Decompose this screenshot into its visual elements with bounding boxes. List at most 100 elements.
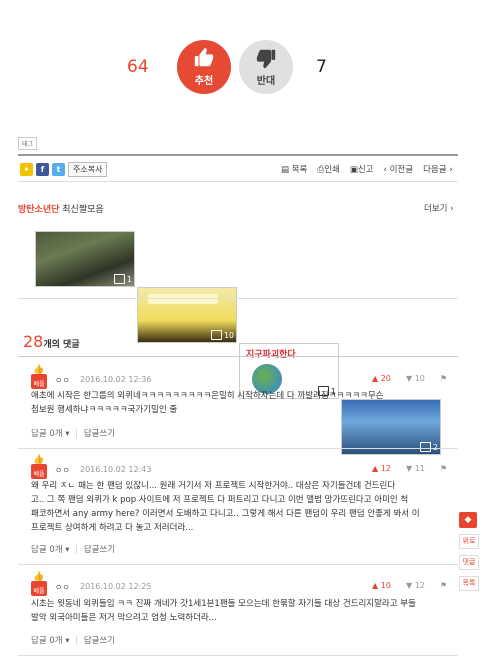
gallery-title[interactable]: 방탄소년단 최신짤모음	[18, 202, 104, 215]
thumbs-up-icon: 👍	[33, 572, 45, 582]
comment-author[interactable]: ㅇㅇ	[55, 582, 70, 593]
print-link[interactable]: ⎙인쇄	[317, 163, 339, 175]
thumb-caption: 지구파괴한다	[246, 350, 296, 360]
separator: |	[75, 636, 79, 646]
comment-upvote-count: 10	[380, 581, 391, 590]
image-icon	[419, 442, 431, 452]
comment-count-label: 개의 댓글	[43, 340, 80, 350]
divider	[18, 655, 458, 656]
comment-body: 시초는 윗동네 외퀴들임 ㅋㅋ 진짜 개네가 갓1세1븐1팬들 모으는데 한묶할…	[31, 597, 451, 625]
go-comments-button[interactable]: 댓글	[459, 555, 479, 570]
comment-line: 프로젝트 상여하게 하려고 다 놓고 저러더라...	[31, 523, 194, 533]
divider	[18, 448, 458, 449]
upvote-button[interactable]: 추천	[177, 40, 231, 94]
comment-line: 첩보원 행세하냐ㅋㅋㅋㅋㅋ국가기밀인 줄	[31, 405, 178, 415]
best-badge: 👍 베플	[31, 573, 47, 596]
list-icon: ▤	[281, 165, 290, 175]
thumbs-up-icon: 👍	[33, 455, 45, 465]
comment-downvote[interactable]: ▼ 10	[406, 374, 425, 383]
downvote-button[interactable]: 반대	[239, 40, 293, 94]
comment-upvote[interactable]: ▲ 12	[372, 464, 391, 473]
gallery-thumb[interactable]: 1	[35, 231, 135, 287]
comment-line: 시초는 윗동네 외퀴들임 ㅋㅋ 진짜 개네가 갓1세1븐1팬들 모으는데 한묶할…	[31, 599, 416, 609]
print-label: 인쇄	[324, 165, 340, 175]
report-label: 신고	[357, 165, 374, 175]
comment-date: 2016.10.02 12:36	[80, 375, 152, 384]
reply-count-toggle[interactable]: 답글 0개 ▾	[31, 636, 70, 646]
write-reply-link[interactable]: 답글쓰기	[84, 429, 115, 439]
reply-count-toggle[interactable]: 답글 0개 ▾	[31, 429, 70, 439]
comment-count: 28	[23, 332, 44, 351]
go-list-button[interactable]: 목록	[459, 576, 479, 591]
thumb-count: 1	[113, 274, 132, 284]
comment-footer: 답글 0개 ▾ | 답글쓰기	[31, 427, 115, 439]
report-link[interactable]: ▣신고	[350, 163, 374, 175]
comment-date: 2016.10.02 12:25	[80, 582, 152, 591]
comments-header: 28개의 댓글	[23, 332, 80, 351]
comment-downvote[interactable]: ▼ 11	[406, 464, 425, 473]
post-toolbar: ▤ 목록 ⎙인쇄 ▣신고 ‹ 이전글 다음글 ›	[281, 163, 453, 175]
image-icon	[113, 274, 125, 284]
thumb-count-value: 2	[432, 442, 438, 452]
thumbs-up-icon	[194, 47, 214, 67]
report-icon[interactable]: ⚑	[440, 374, 447, 383]
gallery-more-link[interactable]: 더보기 ›	[424, 202, 454, 214]
comment-body: 애초에 시작은 한그룹의 외퀴네ㅋㅋㅋㅋㅋㅋㅋㅋㅋ은밀히 시작하자는데 다 까발…	[31, 389, 451, 417]
reply-count-toggle[interactable]: 답글 0개 ▾	[31, 545, 70, 555]
comment-upvote[interactable]: ▲ 20	[372, 374, 391, 383]
comment-line: 고.. 그 쪽 팬덤 외퀴가 k pop 사이트에 저 프로젝트 다 퍼트리고 …	[31, 495, 409, 505]
image-icon	[210, 330, 222, 340]
separator: |	[75, 429, 79, 439]
comment-line: 패코하면서 any army here? 이러면서 도배하고 다니고.. 그렇게…	[31, 509, 420, 519]
comment-author[interactable]: ㅇㅇ	[55, 465, 70, 476]
write-reply-link[interactable]: 답글쓰기	[84, 636, 115, 646]
next-post-link[interactable]: 다음글 ›	[423, 163, 453, 175]
downvote-count: 7	[316, 57, 327, 77]
report-icon[interactable]: ⚑	[440, 464, 447, 473]
thumb-count: 10	[210, 330, 234, 340]
kakaostory-icon[interactable]: ✦	[20, 163, 33, 176]
thumbs-down-icon	[256, 49, 276, 69]
comment-author[interactable]: ㅇㅇ	[55, 375, 70, 386]
comment-upvote[interactable]: ▲ 10	[372, 581, 391, 590]
list-link[interactable]: ▤ 목록	[281, 163, 307, 175]
thumb-count: 2	[419, 442, 438, 452]
comment-downvote-count: 10	[414, 374, 425, 383]
separator: |	[75, 545, 79, 555]
gallery-thumb[interactable]: 10	[137, 287, 237, 343]
thumb-count-value: 1	[126, 274, 132, 284]
divider	[18, 356, 458, 357]
share-bar: ✦ f t 주소복사	[20, 162, 108, 177]
comment-downvote-count: 11	[414, 464, 425, 473]
thumb-count-value: 10	[223, 330, 234, 340]
comment-line: 애초에 시작은 한그룹의 외퀴네ㅋㅋㅋㅋㅋㅋㅋㅋㅋ은밀히 시작하자는데 다 까발…	[31, 391, 384, 401]
gallery-title-highlight: 방탄소년단	[18, 205, 60, 215]
comment-downvote[interactable]: ▼ 12	[406, 581, 425, 590]
upvote-count: 64	[127, 57, 149, 77]
divider	[18, 181, 458, 182]
downvote-label: 반대	[256, 76, 276, 87]
divider	[18, 564, 458, 565]
scroll-top-button[interactable]: 위로	[459, 534, 479, 549]
comment-line: 왜 우리 ㅈㄴ 패는 한 팬덤 있잖니... 원래 거기서 저 프로젝트 시작한…	[31, 481, 396, 491]
divider	[18, 154, 458, 156]
comment-line: 발악 외국아미들은 저거 막으려고 엄청 노력하더라...	[31, 613, 217, 623]
prev-post-link[interactable]: ‹ 이전글	[384, 163, 414, 175]
comment-date: 2016.10.02 12:43	[80, 465, 152, 474]
best-badge: 👍 베플	[31, 456, 47, 479]
best-badge-label: 베플	[31, 581, 47, 596]
write-reply-link[interactable]: 답글쓰기	[84, 545, 115, 555]
copy-address-button[interactable]: 주소복사	[68, 162, 108, 177]
best-badge-label: 베플	[31, 464, 47, 479]
divider	[18, 298, 458, 299]
comment-upvote-count: 12	[380, 464, 391, 473]
facebook-icon[interactable]: f	[36, 163, 49, 176]
floating-logo-icon[interactable]: ◆	[459, 512, 477, 528]
comment-footer: 답글 0개 ▾ | 답글쓰기	[31, 634, 115, 646]
comment-body: 왜 우리 ㅈㄴ 패는 한 팬덤 있잖니... 원래 거기서 저 프로젝트 시작한…	[31, 479, 451, 535]
twitter-icon[interactable]: t	[52, 163, 65, 176]
comment-upvote-count: 20	[380, 374, 391, 383]
upvote-label: 추천	[194, 76, 214, 87]
report-icon[interactable]: ⚑	[440, 581, 447, 590]
comment-downvote-count: 12	[414, 581, 425, 590]
